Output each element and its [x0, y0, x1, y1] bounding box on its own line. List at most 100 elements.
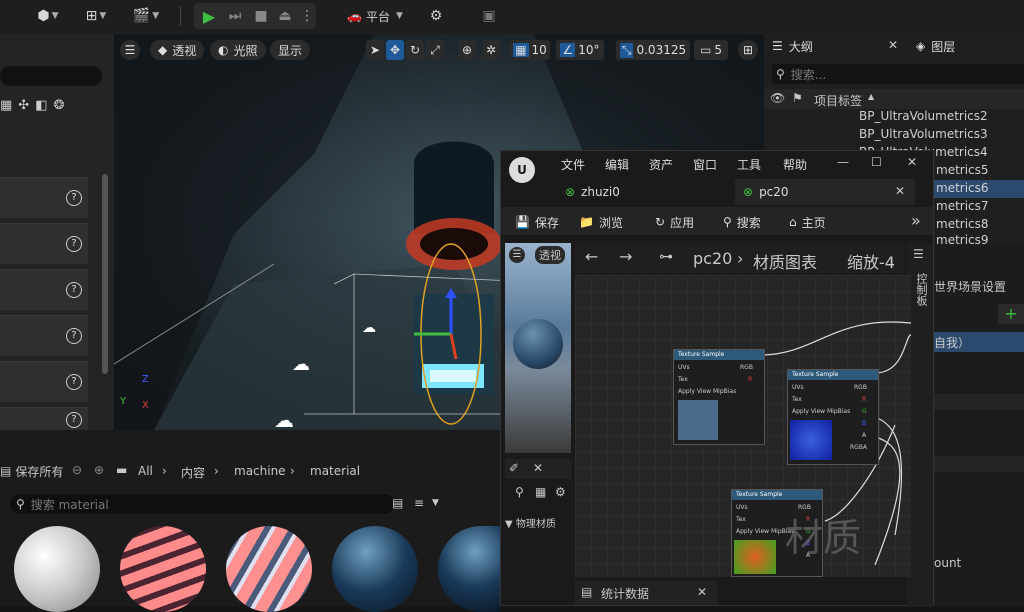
eject-button[interactable]: ⏏	[274, 4, 296, 28]
menu-edit[interactable]: 编辑	[605, 156, 629, 173]
add-actor-button[interactable]: ⬢ ▼	[30, 4, 66, 28]
physics-material-row[interactable]: ▼ 物理材质	[505, 515, 571, 531]
pin-mipbias[interactable]: Apply View MipBias	[792, 408, 850, 415]
outliner-search-input[interactable]: ⚲ 搜索...	[772, 64, 1024, 84]
pin-tex[interactable]: Tex	[792, 396, 802, 403]
list-item[interactable]: BP_UltraVolumetrics3	[764, 126, 1024, 144]
left-search-input[interactable]	[0, 66, 102, 86]
left-list-item[interactable]: ?	[0, 177, 88, 218]
forward-button[interactable]: ⊕	[94, 463, 104, 477]
pin-tex[interactable]: Tex	[736, 516, 746, 523]
close-icon[interactable]: ✕	[895, 184, 905, 198]
tab-outliner[interactable]: ☰ 大纲	[772, 34, 813, 58]
camera-speed-button[interactable]: ▭ 5	[694, 40, 728, 60]
more-icon[interactable]: »	[911, 211, 921, 230]
back-button[interactable]: ⊖	[72, 463, 82, 477]
content-search-input[interactable]: ⚲ 搜索 material	[10, 494, 394, 514]
menu-tools[interactable]: 工具	[737, 156, 761, 173]
tab-zhuzi0[interactable]: ⊗ zhuzi0	[565, 180, 620, 204]
menu-window[interactable]: 窗口	[693, 156, 717, 173]
breadcrumb-child[interactable]: 材质图表	[753, 249, 817, 273]
browse-button[interactable]: 📁 浏览	[579, 211, 623, 233]
world-settings-row[interactable]: 世界场景设置	[932, 276, 1024, 296]
maximize-icon[interactable]: ☐	[871, 155, 882, 169]
settings-button[interactable]: ⚙	[422, 4, 450, 28]
pin-tex[interactable]: Tex	[678, 376, 688, 383]
left-list-item[interactable]: ?	[0, 361, 88, 402]
perspective-button[interactable]: ◆ 透视	[150, 40, 205, 60]
add-button[interactable]: +	[998, 304, 1024, 324]
lighting-button[interactable]: ◐ 光照	[210, 40, 266, 60]
hamburger-icon[interactable]: ☰	[509, 247, 525, 263]
save-search-icon[interactable]: ▤	[392, 496, 403, 510]
menu-file[interactable]: 文件	[561, 156, 585, 173]
left-list-item[interactable]: ?	[0, 223, 88, 264]
source-control-button[interactable]: ▣	[478, 4, 500, 28]
pin-icon[interactable]: ⚑	[792, 91, 803, 105]
scale-tool-button[interactable]: ⤢	[426, 40, 444, 60]
pin-rgb[interactable]: RGB	[854, 384, 867, 391]
rotate-tool-button[interactable]: ↻	[406, 40, 424, 60]
landscape-icon[interactable]: ▦	[0, 98, 12, 120]
viewport-menu-button[interactable]: ☰	[120, 40, 140, 60]
sort-up-icon[interactable]: ▲	[868, 92, 874, 101]
material-thumbnail[interactable]	[332, 526, 418, 612]
chevron-down-icon[interactable]: ▼	[432, 498, 439, 508]
breadcrumb-machine[interactable]: machine	[234, 464, 286, 478]
modes-button[interactable]: ⊞ ▼	[78, 4, 114, 28]
pin-g[interactable]: G	[862, 408, 867, 415]
back-icon[interactable]: ←	[585, 247, 598, 266]
grid-icon[interactable]: ▦	[535, 485, 546, 499]
close-icon[interactable]: ✕	[697, 585, 707, 599]
list-item[interactable]: BP_UltraVolumetrics2	[764, 108, 1024, 126]
texture-sample-node[interactable]: Texture Sample UVs Tex Apply View MipBia…	[787, 369, 879, 465]
save-button[interactable]: 💾 保存	[515, 211, 559, 233]
save-all-button[interactable]: ▤ 保存所有	[0, 462, 63, 480]
selected-row[interactable]: 自我）	[932, 332, 1024, 352]
stop-button[interactable]: ■	[250, 4, 272, 28]
menu-asset[interactable]: 资产	[649, 156, 673, 173]
material-thumbnail[interactable]	[438, 526, 500, 612]
left-list-item[interactable]: ?	[0, 407, 88, 430]
select-tool-button[interactable]: ➤	[366, 40, 384, 60]
cinematics-button[interactable]: 🎬 ▼	[128, 4, 164, 28]
close-icon[interactable]: ✕	[888, 38, 898, 52]
platform-button[interactable]: 🚗 平台 ▼	[344, 4, 406, 28]
rotation-snap-button[interactable]: ∠ 10°	[556, 40, 604, 60]
breadcrumb-content[interactable]: 内容	[181, 464, 205, 481]
search-icon[interactable]: ⚲	[515, 485, 524, 499]
help-icon[interactable]: ?	[66, 282, 82, 298]
close-icon[interactable]: ✕	[907, 155, 917, 169]
tab-layers[interactable]: ◈ 图层	[916, 34, 955, 58]
mesh-paint-icon[interactable]: ◧	[35, 98, 47, 120]
surface-snap-button[interactable]: ✲	[482, 40, 500, 60]
breadcrumb-material[interactable]: material	[310, 464, 360, 478]
pin-a[interactable]: A	[862, 432, 866, 439]
maximize-viewport-button[interactable]: ⊞	[738, 40, 758, 60]
world-space-button[interactable]: ⊕	[458, 40, 476, 60]
visibility-icon[interactable]: 👁	[770, 91, 785, 105]
tab-pc20[interactable]: ⊗ pc20	[743, 180, 789, 204]
left-list-item[interactable]: ?	[0, 269, 88, 310]
pin-mipbias[interactable]: Apply View MipBias	[678, 388, 736, 395]
grid-snap-button[interactable]: ▦ 10	[510, 40, 550, 60]
column-label[interactable]: 项目标签	[814, 92, 862, 109]
search-button[interactable]: ⚲ 搜索	[723, 211, 761, 233]
foliage-icon[interactable]: ✣	[18, 98, 29, 120]
filter-icon[interactable]: ≡	[414, 496, 424, 510]
play-button[interactable]: ▶	[198, 4, 220, 28]
left-list-item[interactable]: ?	[0, 315, 88, 356]
pin-b[interactable]: B	[862, 420, 866, 427]
pin-r[interactable]: R	[748, 376, 752, 383]
material-thumbnail[interactable]	[226, 526, 312, 612]
help-icon[interactable]: ?	[66, 412, 82, 428]
clear-brush-icon[interactable]: ✕	[533, 461, 543, 475]
translate-tool-button[interactable]: ✥	[386, 40, 404, 60]
apply-button[interactable]: ↻ 应用	[655, 211, 694, 233]
material-thumbnail[interactable]	[120, 526, 206, 612]
material-thumbnail[interactable]	[14, 526, 100, 612]
home-button[interactable]: ⌂ 主页	[789, 211, 826, 233]
breadcrumb-root[interactable]: pc20	[693, 249, 732, 268]
menu-help[interactable]: 帮助	[783, 156, 807, 173]
help-icon[interactable]: ?	[66, 328, 82, 344]
